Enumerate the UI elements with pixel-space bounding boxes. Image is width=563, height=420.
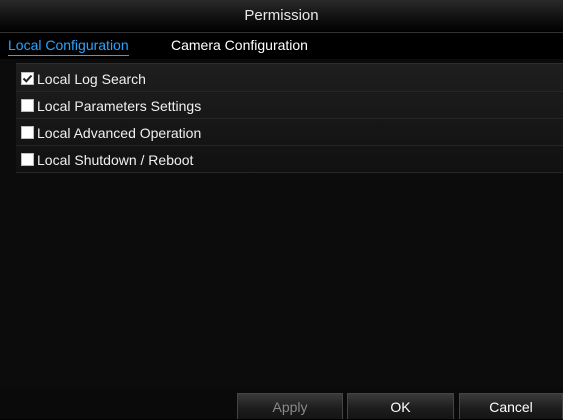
tab-local-configuration[interactable]: Local Configuration xyxy=(8,36,129,56)
checkbox-unchecked-icon[interactable] xyxy=(21,126,34,139)
permission-item-local-shutdown-reboot[interactable]: Local Shutdown / Reboot xyxy=(16,147,563,173)
permission-item-local-advanced-operation[interactable]: Local Advanced Operation xyxy=(16,120,563,146)
permission-panel: Local Log Search Local Parameters Settin… xyxy=(0,59,563,387)
tab-bar: Local Configuration Camera Configuration xyxy=(0,33,563,59)
permission-item-local-parameters-settings[interactable]: Local Parameters Settings xyxy=(16,93,563,119)
cancel-button[interactable]: Cancel xyxy=(459,393,563,419)
dialog-footer: Apply OK Cancel xyxy=(0,387,563,419)
checkbox-unchecked-icon[interactable] xyxy=(21,153,34,166)
permission-list: Local Log Search Local Parameters Settin… xyxy=(16,63,563,173)
tab-camera-configuration[interactable]: Camera Configuration xyxy=(171,36,308,56)
checkbox-checked-icon[interactable] xyxy=(21,72,34,85)
checkbox-unchecked-icon[interactable] xyxy=(21,99,34,112)
permission-label: Local Parameters Settings xyxy=(37,97,202,114)
ok-button[interactable]: OK xyxy=(347,393,454,419)
permission-dialog: Permission Local Configuration Camera Co… xyxy=(0,0,563,419)
permission-label: Local Log Search xyxy=(37,70,146,87)
permission-item-local-log-search[interactable]: Local Log Search xyxy=(16,66,563,92)
apply-button[interactable]: Apply xyxy=(237,393,343,419)
permission-label: Local Advanced Operation xyxy=(37,124,202,141)
dialog-title: Permission xyxy=(0,0,563,33)
permission-label: Local Shutdown / Reboot xyxy=(37,151,194,168)
